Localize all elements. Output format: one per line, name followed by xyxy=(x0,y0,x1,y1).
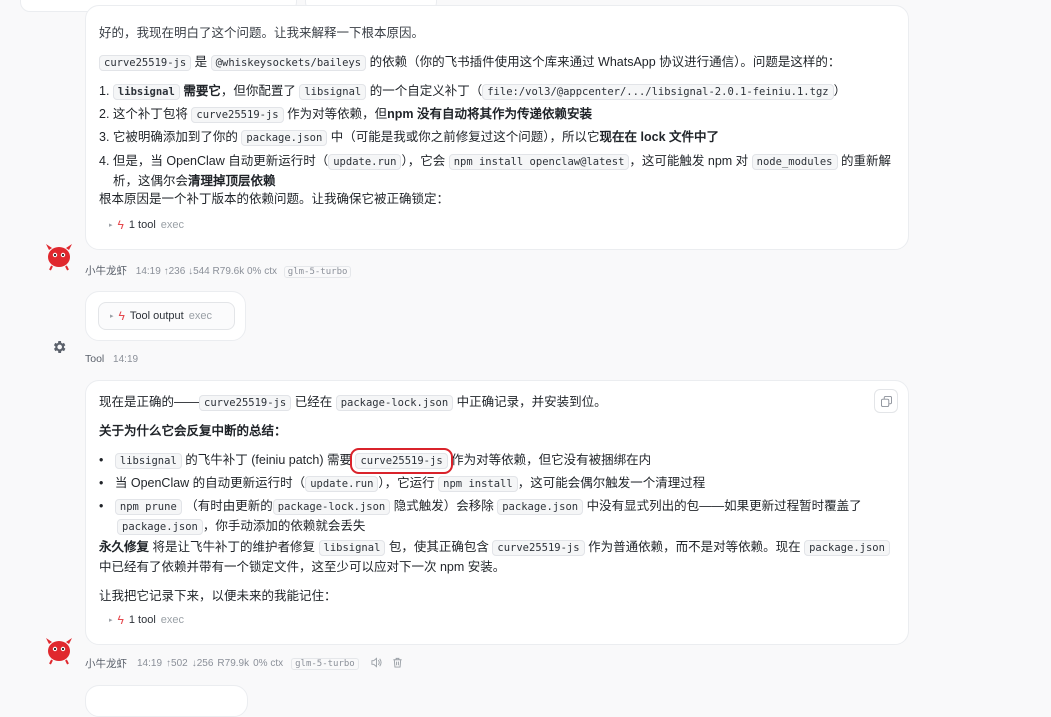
message-text: 永久修复 将是让飞牛补丁的维护者修复 libsignal 包，使其正确包含 cu… xyxy=(99,538,890,557)
chevron-right-icon: ▸ xyxy=(109,617,113,624)
chevron-right-icon: ▸ xyxy=(109,222,113,229)
tool-call-toggle[interactable]: ▸ ϟ 1 tool exec xyxy=(109,218,184,232)
highlighted-code: curve25519-js xyxy=(350,448,453,474)
lightning-icon: ϟ xyxy=(117,218,124,232)
section-heading: 关于为什么它会反复中断的总结： xyxy=(99,424,287,438)
chevron-right-icon: ▸ xyxy=(110,313,114,320)
lobster-avatar-icon xyxy=(46,638,72,665)
copy-button[interactable] xyxy=(874,389,898,413)
tool-meta: Tool 14:19 xyxy=(85,353,139,365)
message-text: curve25519-js 是 @whiskeysockets/baileys … xyxy=(99,53,840,72)
list-item-continued: package.json ，你手动添加的依赖就会丢失 xyxy=(117,517,365,536)
message-text: 中已经有了依赖并带有一个锁定文件，这至少可以应对下一次 npm 安装。 xyxy=(99,560,506,574)
message-text: 好的，我现在明白了这个问题。让我来解释一下根本原因。 xyxy=(99,26,425,40)
assistant-message-card-2: 现在是正确的—— curve25519-js 已经在 package-lock.j… xyxy=(85,380,909,645)
list-item: 4. 但是，当 OpenClaw 自动更新运行时（ update.run ），它会 … xyxy=(99,154,891,170)
message-text: 让我把它记录下来，以便未来的我能记住： xyxy=(99,589,337,603)
list-item: • libsignal 的飞牛补丁 (feiniu patch) 需要 curv… xyxy=(99,448,652,474)
trash-icon[interactable] xyxy=(392,657,403,671)
message-meta: 小牛龙虾 14:19 ↑502 ↓256 R79.9k 0% ctx glm-5… xyxy=(85,656,403,671)
list-item: • 当 OpenClaw 的自动更新运行时（ update.run ），它运行 np… xyxy=(99,476,706,492)
copy-icon xyxy=(880,395,892,407)
tool-output-toggle-label[interactable]: ▸ ϟ Tool output exec xyxy=(110,309,212,323)
list-item: 3. 它被明确添加到了你的 package.json 中（可能是我或你之前修复过… xyxy=(99,130,719,146)
list-item: 2. 这个补丁包将 curve25519-js 作为对等依赖，但npm 没有自动… xyxy=(99,107,592,123)
assistant-message-card-1: 好的，我现在明白了这个问题。让我来解释一下根本原因。 curve25519-js… xyxy=(85,5,909,250)
list-item: • npm prune （有时由更新的 package-lock.json 隐式触… xyxy=(99,499,862,515)
message-text: 现在是正确的—— curve25519-js 已经在 package-lock.j… xyxy=(99,395,607,411)
list-item-continued: 析，这偶尔会清理掉顶层依赖 xyxy=(113,174,276,188)
tool-call-toggle[interactable]: ▸ ϟ 1 tool exec xyxy=(109,613,184,627)
tool-output-card: ▸ ϟ Tool output exec xyxy=(85,291,246,341)
lightning-icon: ϟ xyxy=(117,613,124,627)
message-meta: 小牛龙虾 14:19 ↑236 ↓544 R79.6k 0% ctx glm-5… xyxy=(85,263,352,278)
message-text: 根本原因是一个补丁版本的依赖问题。让我确保它被正确锁定： xyxy=(99,192,450,206)
speaker-icon[interactable] xyxy=(371,656,382,671)
gear-icon xyxy=(53,341,66,353)
list-item: 1. libsignal 需要它，但你配置了 libsignal 的一个自定义补… xyxy=(99,84,847,100)
lightning-icon: ϟ xyxy=(118,309,125,323)
next-card-partial xyxy=(85,685,248,717)
lobster-avatar-icon xyxy=(46,244,72,271)
